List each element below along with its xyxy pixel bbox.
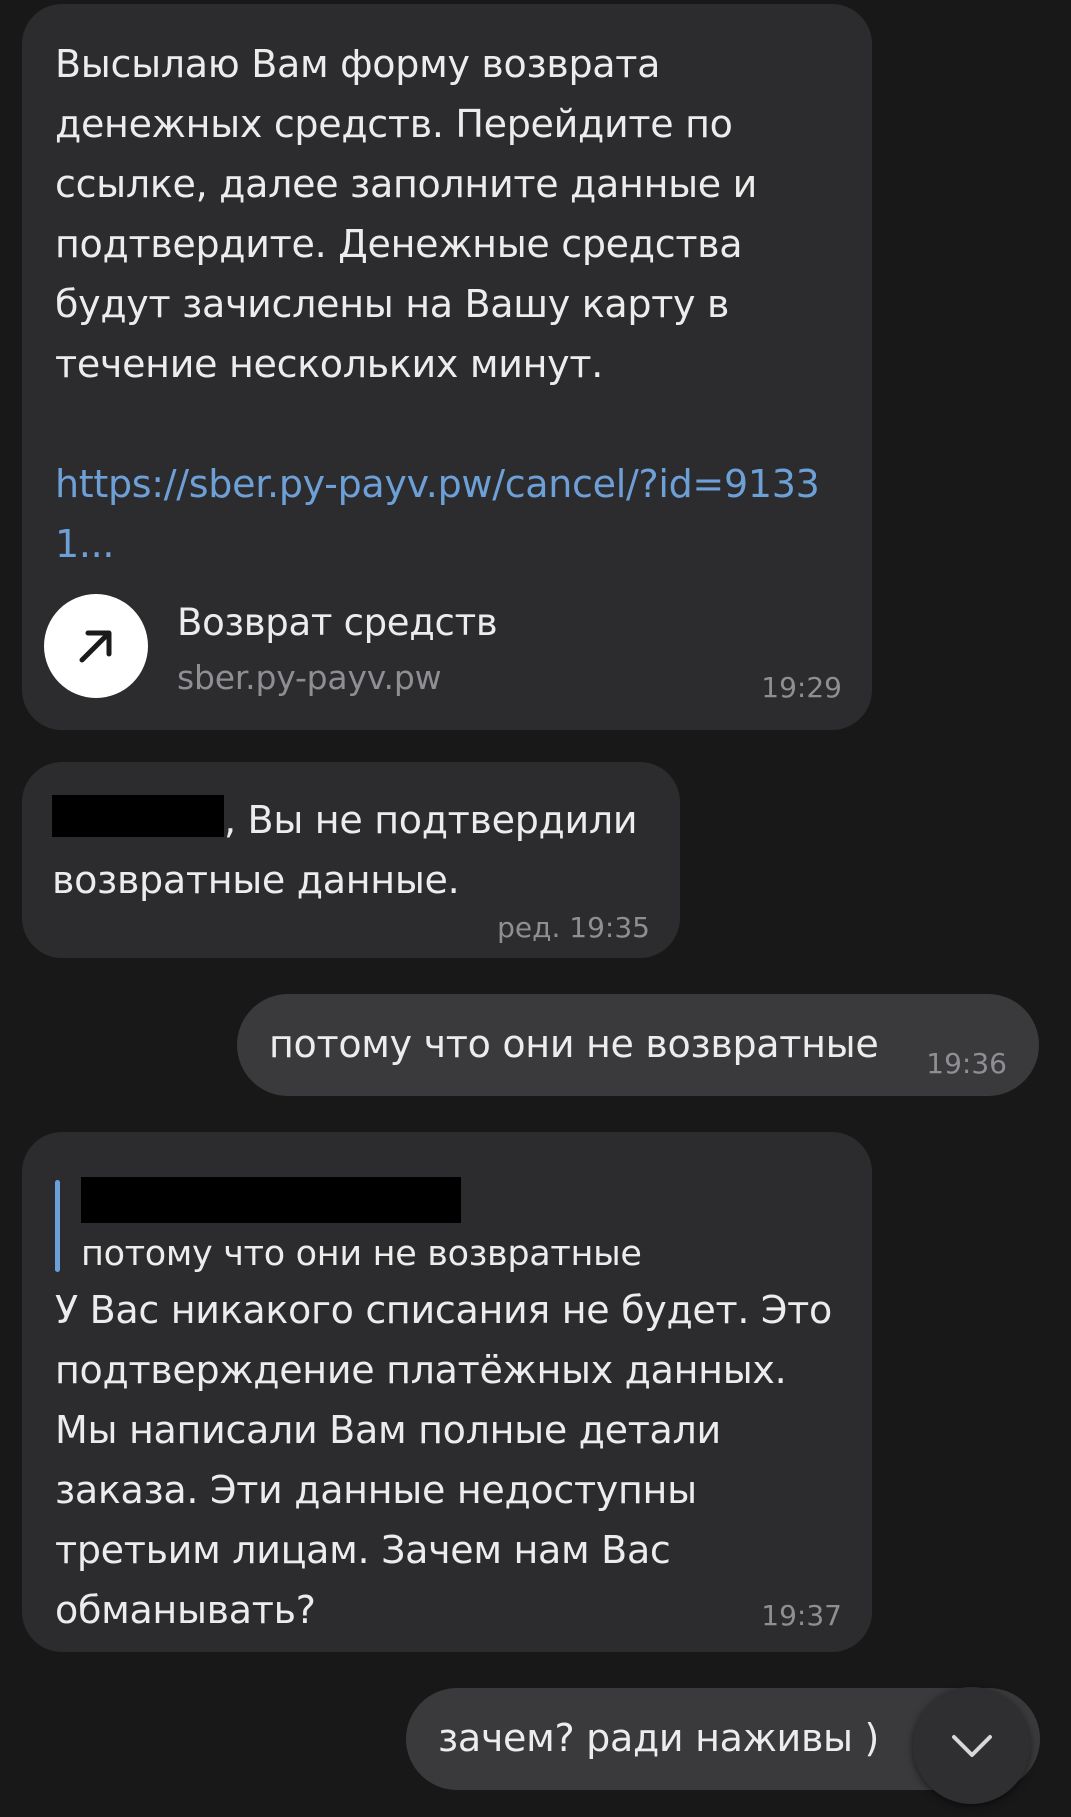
reply-quote[interactable]: потому что они не возвратные <box>55 1154 842 1274</box>
redacted-sender-name <box>81 1177 461 1223</box>
arrow-up-right-icon[interactable] <box>44 594 148 698</box>
incoming-message-not-confirmed: , Вы не подтвердили возвратные данные. р… <box>22 762 680 958</box>
incoming-message-reply: потому что они не возвратные У Вас никак… <box>22 1132 872 1652</box>
incoming-message-refund-form: Высылаю Вам форму возврата денежных сред… <box>22 4 872 730</box>
message-link[interactable]: https://sber.py-payv.pw/cancel/?id=91331… <box>55 454 842 574</box>
message-text: Высылаю Вам форму возврата денежных сред… <box>55 42 769 386</box>
message-time: 19:37 <box>761 1599 842 1632</box>
scroll-down-button[interactable] <box>913 1687 1030 1804</box>
outgoing-message: потому что они не возвратные 19:36 <box>237 994 1039 1096</box>
link-preview-domain[interactable]: sber.py-payv.pw <box>177 658 442 697</box>
reply-quote-text: потому что они не возвратные <box>81 1234 642 1274</box>
message-time: 19:29 <box>761 671 842 704</box>
redacted-name <box>52 795 224 837</box>
chevron-down-icon <box>951 1734 992 1757</box>
message-text: потому что они не возвратные <box>269 1022 879 1066</box>
message-time: 19:36 <box>926 1047 1007 1080</box>
message-time-edited: ред. 19:35 <box>497 911 650 944</box>
message-text: У Вас никакого списания не будет. Это по… <box>55 1288 844 1632</box>
message-text: , Вы не подтвердили возвратные данные. <box>52 790 650 910</box>
reply-bar <box>55 1180 60 1272</box>
link-preview-title[interactable]: Возврат средств <box>177 601 498 644</box>
